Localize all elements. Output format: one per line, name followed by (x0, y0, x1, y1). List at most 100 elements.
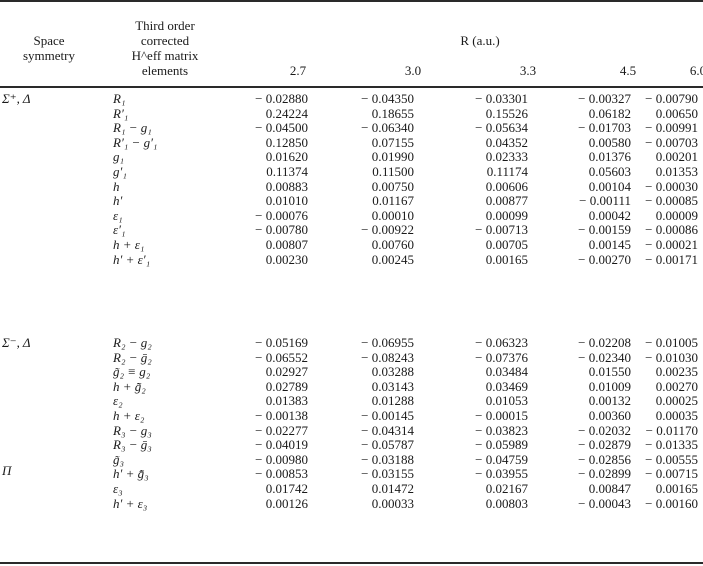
value-cell: − 0.00853 (255, 466, 308, 482)
table-row: h′ 0.01010 0.01167 0.00877− 0.00111− 0.0008… (0, 194, 703, 208)
matrix-element-label: ε₂ (113, 393, 123, 409)
value-cell: 0.00750 (371, 178, 414, 194)
table-row: h 0.00883 0.00750 0.00606 0.00104− 0.00030 (0, 178, 703, 194)
matrix-element-label: R′₁ (113, 105, 129, 121)
table-row: h + g̃̃₂ 0.02789 0.03143 0.03469 0.01009 0.00… (0, 378, 703, 394)
table-row: h + ε₂ − 0.00138− 0.00145− 0.00015 0.00360… (0, 409, 703, 423)
header-elements-line1: Third order (135, 18, 195, 33)
header-elements: Third order corrected H^eff matrix eleme… (100, 18, 230, 78)
table-row: R′₁ 0.24224 0.18655 0.15526 0.06182 0.00650 (0, 105, 703, 121)
matrix-element-label: g̃₃ (113, 451, 125, 467)
value-cell: − 0.00980 (255, 451, 308, 467)
matrix-element-label: ε₃ (113, 481, 123, 496)
value-cell: − 0.03155 (361, 466, 414, 482)
value-cell: − 0.05787 (361, 437, 414, 453)
table-row: ε₃ 0.01742 0.01472 0.02167 0.00847 0.00165 (0, 482, 703, 496)
value-cell: 0.00201 (655, 149, 698, 165)
matrix-element-label: R′₁ − g′₁ (113, 134, 158, 150)
value-cell: − 0.00076 (255, 207, 308, 223)
header-elements-line2: corrected (140, 33, 190, 48)
table-row: R₂ − g₂ − 0.05169− 0.06955− 0.06323− 0.02… (0, 336, 703, 350)
header-space-symmetry: Space symmetry (4, 33, 94, 63)
value-cell: − 0.04019 (255, 437, 308, 453)
matrix-element-label: g₁ (113, 149, 125, 165)
value-cell: 0.00606 (485, 178, 528, 194)
table-row: R₃ − ḡ₃ − 0.04019− 0.05787− 0.05989− 0.02… (0, 438, 703, 452)
table-row: g̃₂ ≡ g₂ 0.02927 0.03288 0.03484 0.01550 0.00… (0, 365, 703, 379)
value-cell: − 0.03188 (361, 451, 414, 467)
table-row: R₂ − ḡ₂ − 0.06552− 0.08243− 0.07376− 0.02… (0, 349, 703, 365)
value-cell: − 0.00703 (645, 134, 698, 150)
matrix-element-label: h′ (113, 193, 123, 209)
value-cell: − 0.01030 (645, 349, 698, 365)
header-r-value: 2.7 (289, 63, 307, 78)
value-cell: − 0.04759 (475, 451, 528, 467)
matrix-element-label: h′ + g̃̄₃ (113, 466, 149, 482)
matrix-element-label: h + g̃̃₂ (113, 378, 146, 394)
value-cell: − 0.06340 (361, 120, 414, 136)
matrix-element-label: g′₁ (113, 164, 127, 179)
header-r-value: 4.5 (619, 63, 637, 78)
value-cell: − 0.00160 (645, 495, 698, 511)
value-cell: 0.11500 (372, 164, 414, 179)
matrix-element-label: R₁ − g₁ (113, 120, 152, 136)
value-cell: − 0.00171 (645, 251, 698, 267)
value-cell: − 0.07376 (475, 349, 528, 365)
value-cell: − 0.00715 (645, 466, 698, 482)
matrix-element-label: h (113, 178, 120, 194)
header-r-label: R (a.u.) (460, 33, 500, 48)
matrix-element-label: g̃₂ ≡ g₂ (113, 364, 151, 380)
header-elements-line3: H^eff matrix (131, 48, 199, 63)
value-cell: 0.15526 (485, 105, 528, 121)
header-r-value: 6.0 (689, 63, 703, 78)
value-cell: 0.02167 (485, 481, 528, 496)
value-cell: 0.00035 (655, 408, 698, 423)
header-space-symmetry-line1: Space (33, 33, 65, 48)
value-cell: − 0.03823 (475, 422, 528, 438)
value-cell: 0.01383 (265, 393, 308, 409)
value-cell: 0.11174 (486, 164, 528, 179)
table-row: h′ + ε₃ 0.00126 0.00033 0.00803− 0.00043− 0… (0, 495, 703, 511)
value-cell: 0.00165 (655, 481, 698, 496)
matrix-element-label: R₃ − g₃ (113, 422, 152, 438)
value-cell: − 0.02880 (255, 91, 308, 106)
value-cell: − 0.03955 (475, 466, 528, 482)
value-cell: 0.01472 (371, 481, 414, 496)
value-cell: 0.04352 (485, 134, 528, 150)
matrix-element-label: R₃ − ḡ₃ (113, 437, 152, 453)
value-cell: − 0.00790 (645, 91, 698, 106)
matrix-element-label: R₂ − ḡ₂ (113, 349, 152, 365)
bottom-rule (0, 562, 703, 564)
value-cell: − 0.02277 (255, 422, 308, 438)
value-cell: 0.03469 (485, 378, 528, 394)
value-cell: − 0.00555 (645, 451, 698, 467)
value-cell: − 0.00713 (475, 222, 528, 238)
value-cell: − 0.00138 (255, 408, 308, 423)
value-cell: 0.24224 (265, 105, 308, 121)
header-r-value: 3.3 (519, 63, 537, 78)
value-cell: 0.00025 (655, 393, 698, 409)
value-cell: 0.00883 (265, 178, 308, 194)
header-rule (0, 86, 703, 88)
header-elements-line4: elements (141, 63, 189, 78)
top-rule (0, 0, 703, 2)
value-cell: 0.12850 (265, 134, 308, 150)
value-cell: 0.00245 (371, 251, 414, 267)
value-cell: 0.02789 (265, 378, 308, 394)
value-cell: 0.01620 (265, 149, 308, 165)
value-cell: 0.00033 (371, 495, 414, 511)
value-cell: 0.01288 (371, 393, 414, 409)
value-cell: 0.00650 (655, 105, 698, 121)
table-row: ε₂ 0.01383 0.01288 0.01053 0.00132 0.00025 (0, 394, 703, 408)
value-cell: 0.01353 (655, 164, 698, 179)
header-space-symmetry-line2: symmetry (23, 48, 75, 63)
value-cell: 0.02927 (265, 364, 308, 380)
value-cell: 0.00165 (485, 251, 528, 267)
value-cell: 0.00009 (655, 207, 698, 223)
value-cell: − 0.01335 (645, 437, 698, 453)
value-cell: 0.03484 (485, 364, 528, 380)
matrix-element-label: ε₁ (113, 207, 123, 223)
matrix-element-label: ε′₁ (113, 222, 126, 238)
table-row: ε′₁ − 0.00780− 0.00922− 0.00713− 0.00159−… (0, 223, 703, 237)
value-cell: − 0.00145 (361, 408, 414, 423)
